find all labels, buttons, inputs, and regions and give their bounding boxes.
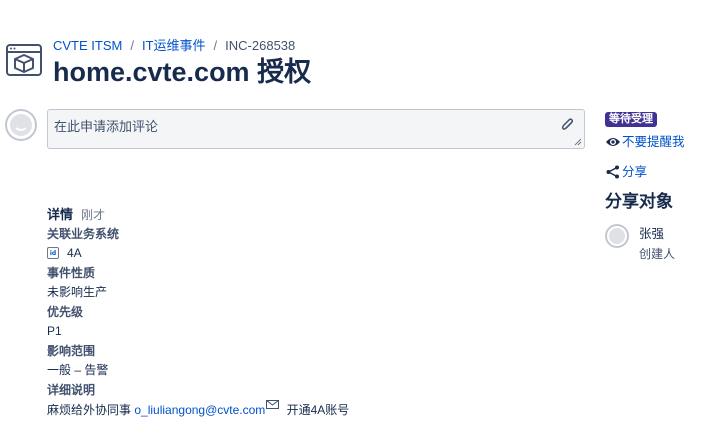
share-label: 分享 [622, 165, 648, 179]
breadcrumb-issue-key[interactable]: INC-268538 [225, 38, 295, 53]
mail-icon [266, 400, 280, 409]
details-time: 刚才 [81, 208, 106, 222]
field-value-priority: P1 [47, 324, 62, 338]
field-value-business-system: id 4A [47, 244, 587, 264]
business-system-value: 4A [67, 246, 82, 260]
resize-grip-icon[interactable] [574, 138, 582, 146]
field-label-nature: 事件性质 [47, 265, 96, 280]
details-heading: 详情 [47, 207, 74, 222]
page-title: home.cvte.com 授权 [53, 57, 312, 87]
field-label-impact: 影响范围 [47, 343, 96, 358]
avatar [605, 224, 629, 248]
description-suffix: 开通4A账号 [283, 403, 350, 417]
share-button[interactable]: 分享 [605, 164, 723, 180]
breadcrumb: CVTE ITSM / IT运维事件 / INC-268538 [53, 38, 295, 54]
avatar-icon [605, 224, 629, 248]
field-value-impact: 一般 – 告警 [47, 363, 109, 377]
person-name[interactable]: 张强 [639, 223, 664, 242]
unwatch-button[interactable]: 不要提醒我 [605, 134, 723, 150]
avatar [5, 109, 37, 141]
field-value-nature: 未影响生产 [47, 285, 108, 299]
details-header: 详情 刚才 [47, 205, 587, 225]
paperclip-icon[interactable] [560, 117, 574, 133]
share-heading: 分享对象 [605, 192, 673, 211]
breadcrumb-separator: / [213, 38, 218, 53]
project-icon [6, 44, 42, 76]
breadcrumb-separator: / [130, 38, 134, 53]
share-person: 张强 创建人 [605, 223, 723, 263]
breadcrumb-project-link[interactable]: CVTE ITSM [53, 38, 122, 53]
comment-input[interactable]: 在此申请添加评论 [47, 109, 585, 149]
field-label-description: 详细说明 [47, 382, 96, 397]
page-header: CVTE ITSM / IT运维事件 / INC-268538 home.cvte.co… [0, 0, 723, 100]
person-role: 创建人 [639, 247, 676, 261]
details-panel: 详情 刚才 关联业务系统 id 4A 事件性质 未影响生产 优先级 P1 影响范围… [47, 205, 587, 420]
avatar-icon [5, 109, 37, 141]
sidebar: 等待受理 不要提醒我 分享 分享对象 张强 创建人 [605, 108, 723, 263]
email-link[interactable]: o_liuliangong@cvte.com [134, 403, 265, 417]
breadcrumb-queue-link[interactable]: IT运维事件 [142, 38, 206, 53]
field-label-business-system: 关联业务系统 [47, 226, 120, 241]
comment-placeholder: 在此申请添加评论 [54, 119, 159, 134]
id-card-icon: id [47, 247, 59, 259]
share-icon [606, 165, 619, 179]
status-badge: 等待受理 [605, 112, 657, 127]
field-value-description: 麻烦给外协同事 o_liuliangong@cvte.com 开通4A账号 [47, 400, 587, 420]
field-label-priority: 优先级 [47, 304, 84, 319]
description-prefix: 麻烦给外协同事 [47, 403, 132, 417]
unwatch-label: 不要提醒我 [622, 135, 685, 149]
eye-icon [606, 138, 620, 146]
svg-text:id: id [50, 250, 56, 257]
